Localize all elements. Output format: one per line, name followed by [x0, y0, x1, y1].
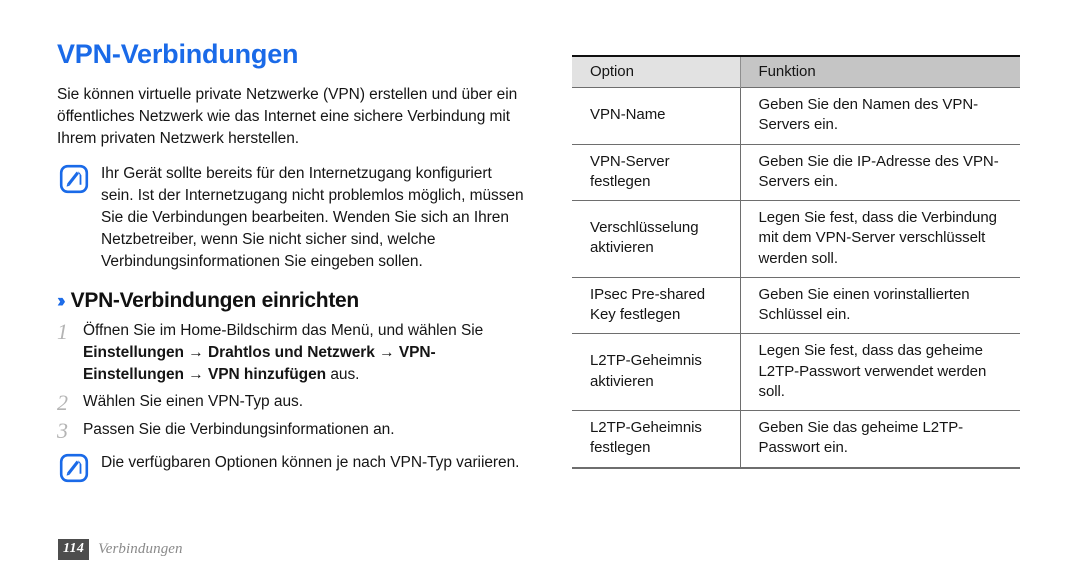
chapter-label: Verbindungen — [98, 541, 183, 557]
note-block-options: Die verfügbaren Optionen können je nach … — [59, 451, 525, 483]
manual-page: VPN-Verbindungen Sie können virtuelle pr… — [0, 0, 1080, 586]
table-cell-funktion: Geben Sie den Namen des VPN-Servers ein. — [739, 87, 1020, 144]
note-pen-icon — [59, 453, 89, 483]
table-cell-funktion: Geben Sie die IP-Adresse des VPN-Servers… — [739, 143, 1020, 201]
table-cell-option: L2TP-Geheimnis festlegen — [572, 410, 740, 468]
table-cell-option: VPN-Server festlegen — [572, 143, 740, 201]
step-item: 2 Wählen Sie einen VPN-Typ aus. — [57, 391, 525, 414]
table-cell-option: Verschlüsselung aktivieren — [572, 200, 740, 278]
note-pen-icon — [59, 164, 89, 194]
table-header-funktion: Funktion — [739, 56, 1020, 88]
page-footer: 114 Verbindungen — [58, 539, 183, 560]
table-cell-funktion: Geben Sie einen vorinstallierten Schlüss… — [739, 276, 1020, 334]
table-body: VPN-Name Geben Sie den Namen des VPN-Serv… — [572, 87, 1020, 468]
table-cell-option: L2TP-Geheimnis aktivieren — [572, 333, 740, 411]
table-row: L2TP-Geheimnis festlegen Geben Sie das ge… — [572, 410, 1020, 468]
table-cell-option: VPN-Name — [572, 87, 740, 144]
note-text-options: Die verfügbaren Optionen können je nach … — [101, 453, 520, 471]
options-table: Option Funktion VPN-Name Geben Sie den Na… — [572, 55, 1020, 469]
section-heading: ›› VPN-Verbindungen einrichten — [57, 289, 525, 312]
step-item: 3 Passen Sie die Verbindungsinformationen… — [57, 419, 525, 442]
table-row: IPsec Pre-shared Key festlegen Geben Sie … — [572, 276, 1020, 334]
step-text: Öffnen Sie im Home-Bildschirm das Menü, … — [83, 321, 484, 383]
step-text: Wählen Sie einen VPN-Typ aus. — [83, 392, 303, 410]
steps-list: 1 Öffnen Sie im Home-Bildschirm das Menü,… — [57, 320, 525, 442]
step-number: 1 — [57, 318, 68, 344]
options-table-wrapper: Option Funktion VPN-Name Geben Sie den Na… — [572, 55, 1020, 469]
table-header-row: Option Funktion — [572, 56, 1020, 88]
table-row: L2TP-Geheimnis aktivieren Legen Sie fest,… — [572, 333, 1020, 411]
table-cell-funktion: Legen Sie fest, dass das geheime L2TP-Pa… — [739, 333, 1020, 411]
page-number-badge: 114 — [58, 539, 90, 560]
table-row: VPN-Name Geben Sie den Namen des VPN-Serv… — [572, 87, 1020, 144]
left-content-column: VPN-Verbindungen Sie können virtuelle pr… — [57, 39, 525, 493]
section-heading-text: VPN-Verbindungen einrichten — [70, 288, 360, 312]
step-number: 3 — [57, 417, 68, 443]
note-block-internet-access: Ihr Gerät sollte bereits für den Interne… — [59, 162, 525, 273]
table-cell-funktion: Legen Sie fest, dass die Verbindung mit … — [739, 200, 1020, 278]
step-number: 2 — [57, 389, 68, 415]
table-header-option: Option — [572, 56, 740, 88]
step-item: 1 Öffnen Sie im Home-Bildschirm das Menü,… — [57, 320, 525, 386]
table-cell-option: IPsec Pre-shared Key festlegen — [572, 276, 740, 334]
page-title: VPN-Verbindungen — [57, 39, 299, 69]
table-row: Verschlüsselung aktivieren Legen Sie fest… — [572, 200, 1020, 278]
table-cell-funktion: Geben Sie das geheime L2TP-Passwort ein. — [739, 410, 1020, 468]
intro-paragraph: Sie können virtuelle private Netzwerke (… — [57, 85, 518, 147]
double-chevron-icon: ›› — [57, 290, 65, 312]
step-text: Passen Sie die Verbindungsinformationen … — [83, 420, 395, 438]
table-row: VPN-Server festlegen Geben Sie die IP-Adr… — [572, 143, 1020, 201]
note-text-internet-access: Ihr Gerät sollte bereits für den Interne… — [101, 164, 524, 270]
